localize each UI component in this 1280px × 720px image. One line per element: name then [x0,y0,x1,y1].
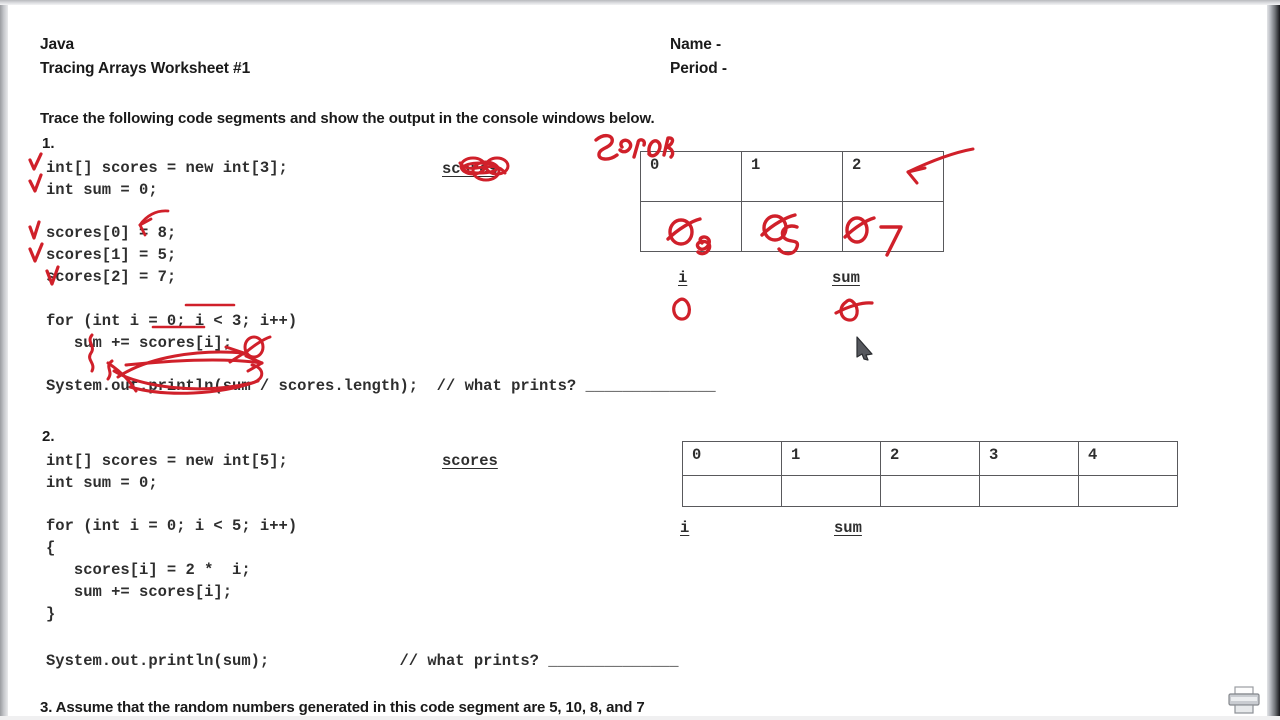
table-cell-index: 0 [640,151,742,202]
instruction-text: Trace the following code segments and sh… [40,110,655,127]
player-frame-left [0,0,8,720]
printer-icon[interactable] [1226,685,1262,715]
table-cell-value [842,201,944,252]
problem-3-text: 3. Assume that the random numbers genera… [40,699,645,716]
problem-1-number: 1. [42,135,55,152]
table-cell-index: 1 [741,151,843,202]
table-cell-index: 0 [682,441,782,476]
problem-1-code-top: int[] scores = new int[3]; int sum = 0; … [46,159,288,286]
table-cell-index: 2 [880,441,980,476]
problem-2-i-label: i [680,519,690,537]
name-field-label: Name - [670,36,722,53]
problem-1-sum-label: sum [832,269,860,287]
table-row-values [682,475,1178,507]
worksheet-page: Java Tracing Arrays Worksheet #1 Name - … [8,5,1267,716]
sum-value-ink [834,298,874,322]
table-cell-value [741,201,843,252]
video-frame: Java Tracing Arrays Worksheet #1 Name - … [0,0,1280,720]
problem-1-trace-table: 0 1 2 [640,151,944,252]
problem-1-i-label: i [678,269,688,287]
problem-1-code-bottom: for (int i = 0; i < 3; i++) sum += score… [46,312,716,396]
problem-2-code-top: int[] scores = new int[5]; int sum = 0; … [46,452,298,623]
problem-1-array-label: scores [442,160,498,178]
worksheet-header-left: Java Tracing Arrays Worksheet #1 [40,33,250,81]
table-cell-index: 4 [1078,441,1178,476]
subject-title: Java [40,36,75,53]
table-cell-value [880,475,980,507]
problem-2-array-label: scores [442,452,498,470]
table-cell-value [682,475,782,507]
table-cell-value [640,201,742,252]
problem-2-trace-table: 0 1 2 3 4 [682,441,1178,507]
table-cell-index: 3 [979,441,1079,476]
player-frame-right [1267,0,1280,720]
problem-2-code-bottom: System.out.println(sum); // what prints?… [46,652,679,670]
player-frame-bottom [0,716,1280,720]
table-cell-value [979,475,1079,507]
worksheet-title: Tracing Arrays Worksheet #1 [40,60,251,77]
table-cell-index: 2 [842,151,944,202]
table-row-indices: 0 1 2 3 4 [682,441,1178,476]
period-field-label: Period - [670,60,727,77]
table-cell-value [1078,475,1178,507]
worksheet-header-right: Name - Period - [670,33,727,81]
player-frame-top [0,0,1280,5]
table-cell-value [781,475,881,507]
mouse-cursor-icon [856,336,873,361]
table-row-indices: 0 1 2 [640,151,944,202]
problem-2-number: 2. [42,428,55,445]
table-cell-index: 1 [781,441,881,476]
problem-2-sum-label: sum [834,519,862,537]
table-row-values [640,201,944,252]
